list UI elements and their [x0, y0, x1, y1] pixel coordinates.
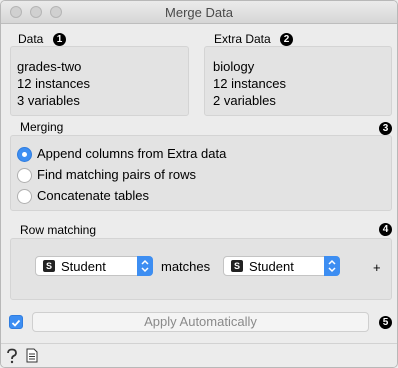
chevron-up-down-icon [141, 259, 149, 273]
extra-data-name: biology [213, 59, 255, 74]
right-attribute-value: Student [249, 259, 294, 274]
radio-find-matching-pairs-label[interactable]: Find matching pairs of rows [37, 167, 196, 182]
apply-automatically-button[interactable]: Apply Automatically [32, 312, 369, 332]
string-variable-icon: S [231, 260, 243, 272]
radio-append-columns[interactable] [17, 147, 32, 162]
badge-2: 2 [280, 33, 293, 46]
left-attribute-combo[interactable]: S Student [35, 256, 153, 276]
extra-data-label: Extra Data [214, 32, 271, 46]
extra-data-variables: 2 variables [213, 93, 276, 108]
document-icon[interactable] [26, 348, 38, 363]
question-icon[interactable] [6, 348, 18, 364]
data-instances: 12 instances [17, 76, 90, 91]
extra-data-instances: 12 instances [213, 76, 286, 91]
right-attribute-combo[interactable]: S Student [223, 256, 340, 276]
radio-find-matching-pairs[interactable] [17, 168, 32, 183]
badge-3: 3 [379, 122, 392, 135]
combo-arrows-icon [324, 256, 340, 276]
titlebar: Merge Data [1, 1, 397, 24]
data-variables: 3 variables [17, 93, 80, 108]
left-attribute-value: Student [61, 259, 106, 274]
add-row-button[interactable]: + [373, 260, 381, 275]
badge-4: 4 [379, 223, 392, 236]
row-matching-box: S Student matches S Student + [10, 238, 392, 300]
data-name: grades-two [17, 59, 82, 74]
string-variable-icon: S [43, 260, 55, 272]
merging-label: Merging [20, 120, 64, 134]
row-matching-label: Row matching [20, 223, 97, 237]
chevron-up-down-icon [328, 259, 336, 273]
apply-automatically-checkbox[interactable] [9, 315, 23, 329]
status-bar [1, 343, 397, 367]
merging-box: Append columns from Extra data Find matc… [10, 135, 392, 211]
extra-data-info-box: biology 12 instances 2 variables [204, 46, 392, 116]
data-info-box: grades-two 12 instances 3 variables [10, 46, 189, 116]
radio-concatenate-tables[interactable] [17, 189, 32, 204]
radio-append-columns-label[interactable]: Append columns from Extra data [37, 146, 226, 161]
check-icon [11, 319, 21, 327]
merge-data-window: Merge Data Data 1 grades-two 12 instance… [0, 0, 398, 368]
combo-arrows-icon [137, 256, 153, 276]
matches-label: matches [161, 259, 211, 274]
window-title: Merge Data [165, 5, 233, 20]
data-info-text: grades-two 12 instances 3 variables [17, 58, 90, 109]
data-label: Data [18, 32, 44, 46]
badge-1: 1 [53, 33, 66, 46]
badge-5: 5 [379, 316, 392, 329]
radio-concatenate-tables-label[interactable]: Concatenate tables [37, 188, 149, 203]
extra-data-info-text: biology 12 instances 2 variables [213, 58, 286, 109]
